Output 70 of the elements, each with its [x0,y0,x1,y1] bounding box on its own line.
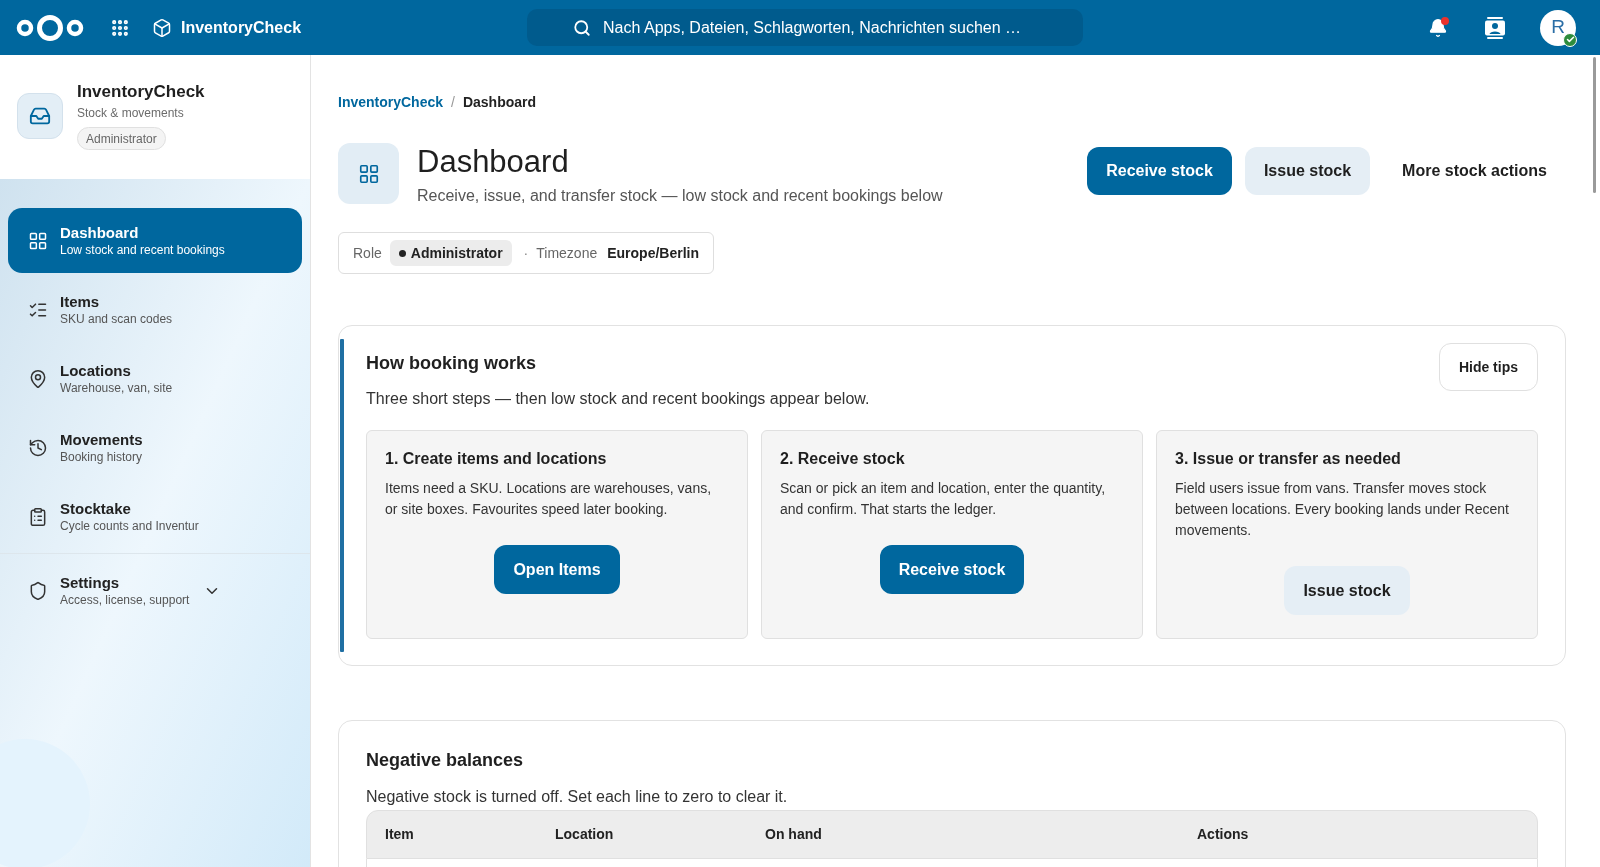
column-header: On hand [765,825,823,844]
sidebar-item-description: Warehouse, van, site [60,379,173,397]
action-button[interactable]: Receive stock [1087,147,1232,195]
breadcrumb-current: Dashboard [462,93,537,112]
contacts-icon [1485,16,1505,39]
column-header: Actions [1197,825,1250,844]
sidebar-item-label: Dashboard [60,222,140,242]
column-header: Item [385,825,415,844]
breadcrumb-separator: / [451,93,455,112]
role-label: Role [353,243,382,263]
step-title: 2. Receive stock [780,449,906,469]
step-text: Scan or pick an item and location, enter the quantity, and confirm. That starts the ledger. [780,479,1107,519]
shield-icon [28,580,48,601]
cloud-logo-icon[interactable] [16,13,84,42]
step-button[interactable]: Open Items [494,545,620,594]
history-icon [28,437,48,458]
section-subtitle: Negative stock is turned off. Set each line to zero to clear it. [366,787,789,807]
inbox-icon [29,105,51,127]
role-value: Administrator [410,243,503,263]
sidebar-item-label: Stocktake [60,498,132,518]
step-text: Items need a SKU. Locations are warehouses, vans, or site boxes. Favourites speed later booking. [385,479,713,519]
sidebar-item-label: Settings [60,572,121,592]
step-title: 1. Create items and locations [385,449,608,469]
sidebar-item[interactable]: Stocktake Cycle counts and Inventur [8,484,302,549]
sidebar-item-description: Cycle counts and Inventur [60,517,199,535]
map-pin-icon [28,368,48,389]
apps-menu-icon[interactable] [110,17,130,38]
step-button[interactable]: Receive stock [879,545,1025,594]
tips-subtitle: Three short steps — then low stock and recent bookings appear below. [366,389,870,409]
role-badge: Administrator [77,127,166,150]
sidebar-item-label: Items [60,291,101,311]
sidebar-item-label: Locations [60,360,132,380]
search-icon [573,18,592,37]
avatar-button[interactable]: R [1540,9,1576,46]
cube-icon [152,17,172,38]
sidebar-item-description: Booking history [60,448,143,466]
hide-tips-button[interactable]: Hide tips [1438,343,1538,391]
page-subtitle: Receive, issue, and transfer stock — low stock and recent bookings below [417,186,943,206]
step-button[interactable]: Issue stock [1284,566,1410,615]
timezone-value: Europe/Berlin [607,243,699,263]
step-text: Field users issue from vans. Transfer moves stock between locations. Every booking lands under Recent movements. [1175,479,1510,540]
sidebar-item-description: Access, license, support [60,591,190,609]
grid-icon [357,162,380,185]
grid-icon [28,230,48,251]
page-title: Dashboard [417,143,570,181]
sidebar-item-label: Movements [60,429,143,449]
step-title: 3. Issue or transfer as needed [1175,449,1402,469]
sidebar-item[interactable]: Locations Warehouse, van, site [8,346,302,411]
tips-title: How booking works [366,352,537,375]
breadcrumb-link[interactable]: InventoryCheck [338,92,444,113]
action-button[interactable]: Issue stock [1244,147,1371,195]
action-button[interactable]: More stock actions [1383,147,1566,195]
separator-dot: · [523,243,529,263]
sidebar-item[interactable]: Items SKU and scan codes [8,277,302,342]
scrollbar-thumb[interactable] [1593,57,1596,193]
sidebar-item[interactable]: Movements Booking history [8,415,302,480]
bell-icon [1428,17,1448,38]
sidebar-item-description: Low stock and recent bookings [60,241,225,259]
sidebar-item[interactable]: Dashboard Low stock and recent bookings [8,208,302,273]
timezone-label: Timezone [536,243,598,263]
sidebar-item[interactable]: Settings Access, license, support [8,558,302,623]
search-field[interactable]: Nach Apps, Dateien, Schlagworten, Nachrichten suchen … [527,9,1084,46]
sidebar-item-description: SKU and scan codes [60,310,173,328]
clipboard-icon [28,506,48,527]
app-subtitle: Stock & movements [77,105,184,122]
app-name-link[interactable]: InventoryCheck [181,15,302,40]
column-header: Location [555,825,615,844]
app-title: InventoryCheck [77,81,205,103]
section-title: Negative balances [366,749,525,772]
contacts-button[interactable] [1483,15,1507,40]
